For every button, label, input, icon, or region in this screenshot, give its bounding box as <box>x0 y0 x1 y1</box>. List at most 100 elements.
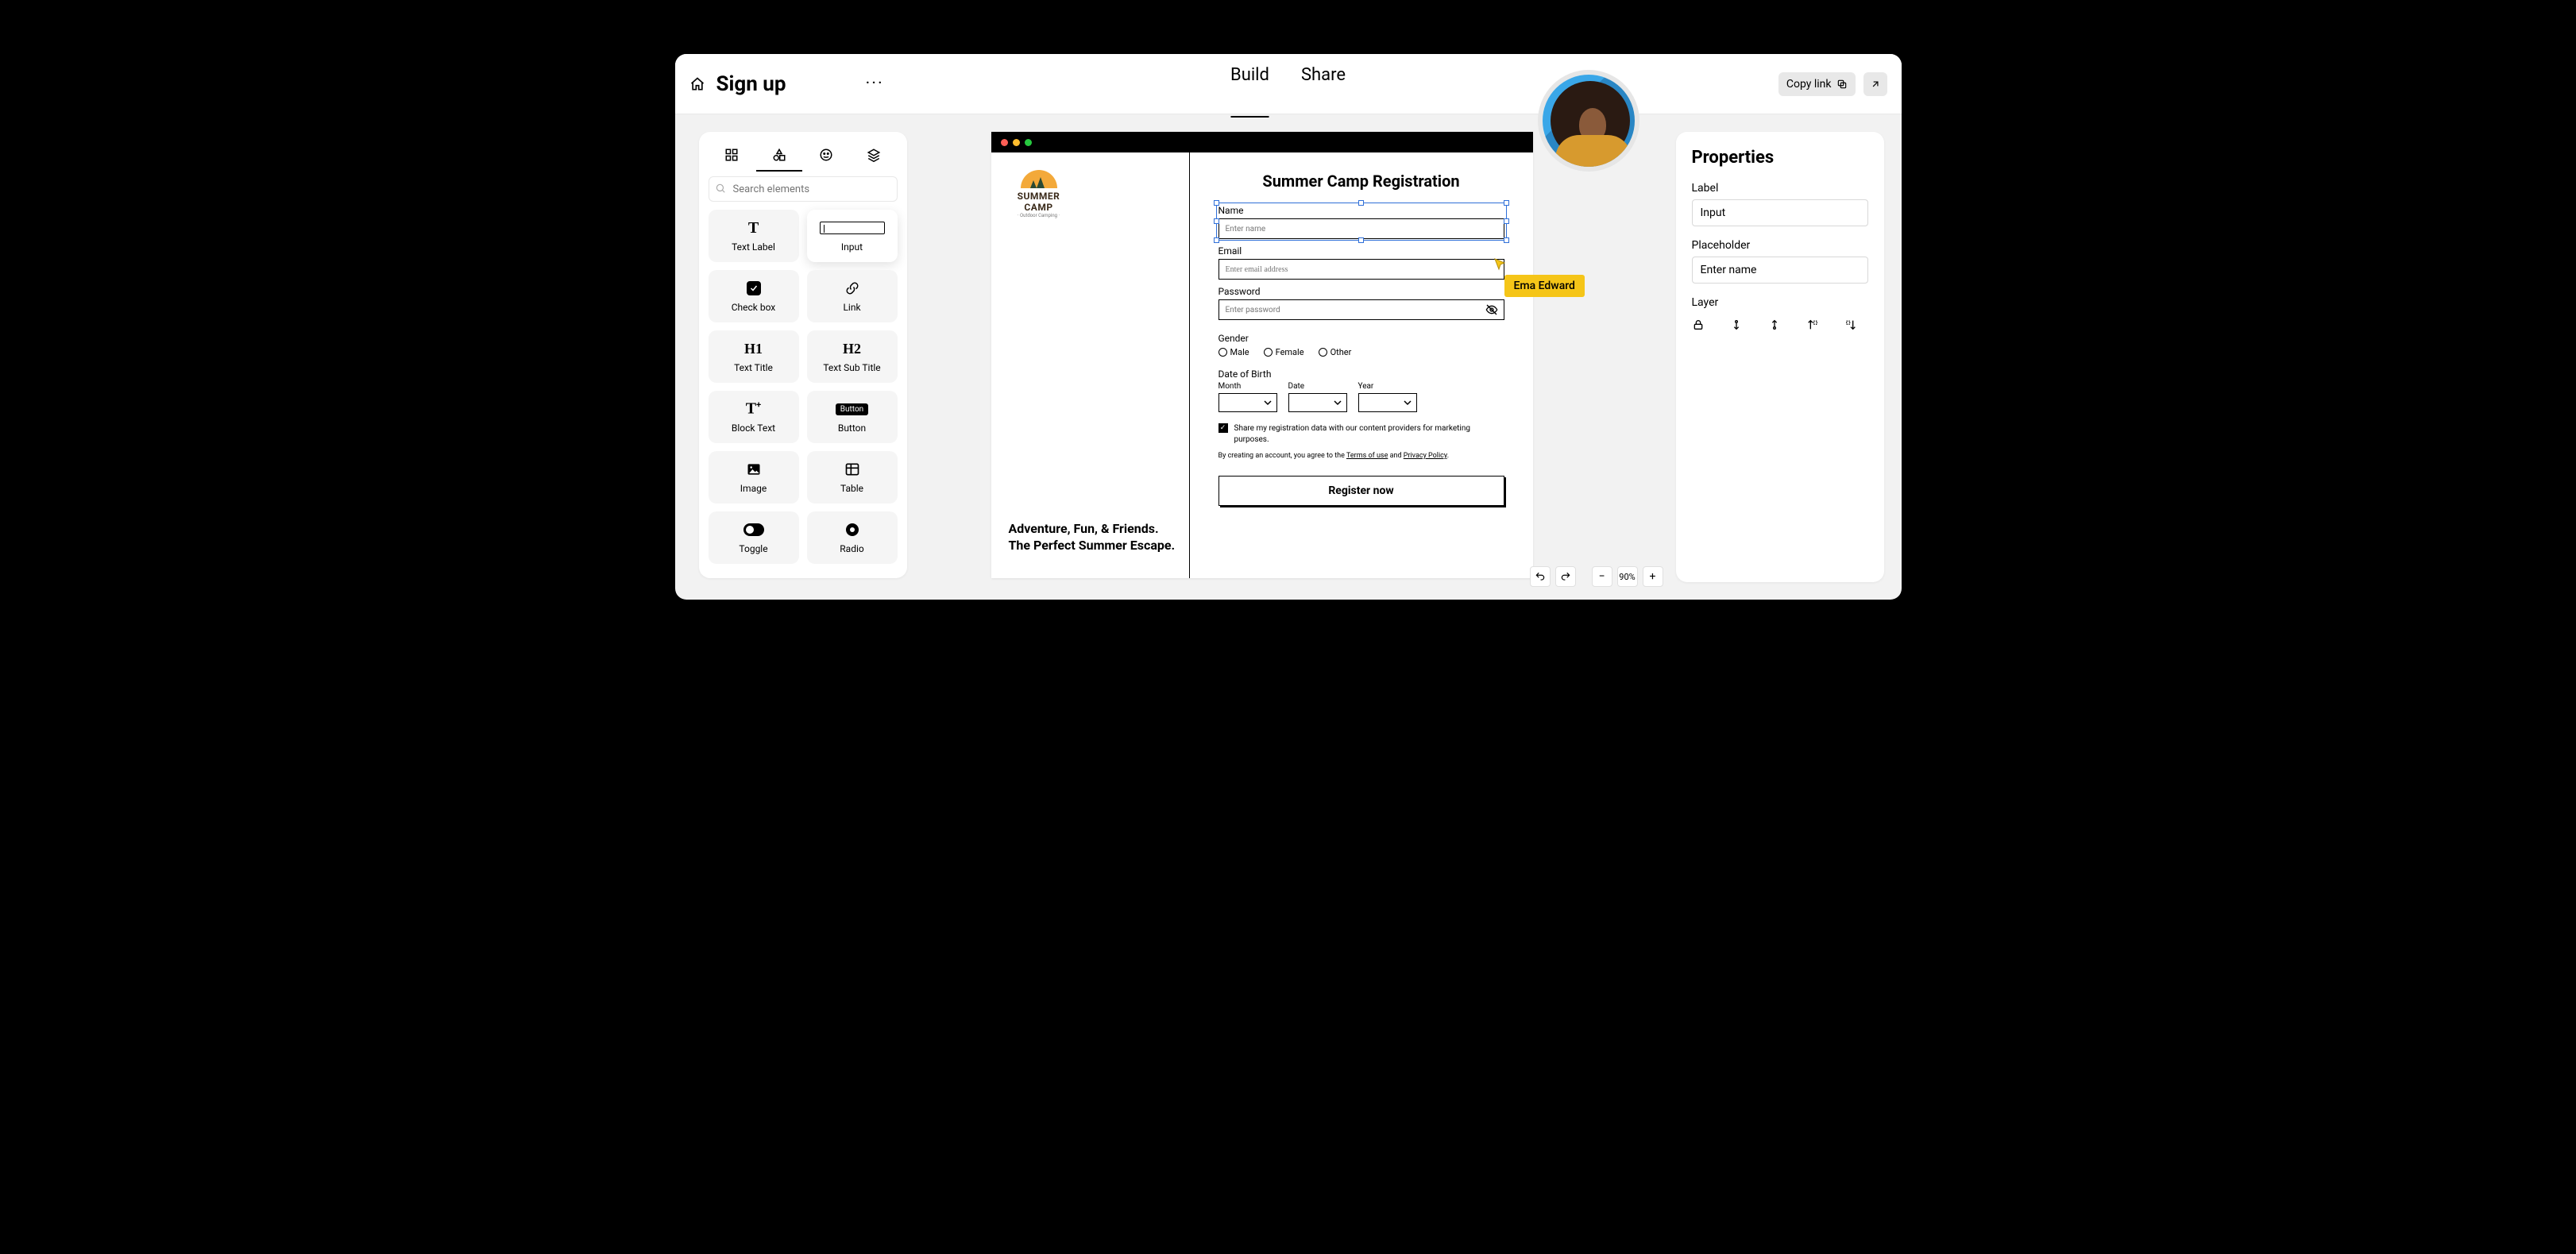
tile-radio[interactable]: Radio <box>807 511 898 564</box>
tile-input[interactable]: Input <box>807 210 898 262</box>
zoom-out-button[interactable]: − <box>1592 566 1612 587</box>
prop-placeholder-label: Placeholder <box>1692 239 1868 252</box>
block-text-icon: T+ <box>746 399 761 419</box>
zoom-level[interactable]: 90% <box>1617 566 1638 587</box>
tile-text-label[interactable]: T Text Label <box>709 210 799 262</box>
logo: SUMMER CAMP · Outdoor Camping · <box>1007 170 1071 218</box>
prop-label-input[interactable] <box>1692 199 1868 226</box>
layer-send-back-icon[interactable] <box>1768 318 1782 333</box>
radio-female[interactable]: Female <box>1264 347 1304 357</box>
search-elements <box>709 176 898 202</box>
prop-label-label: Label <box>1692 182 1868 195</box>
input-email[interactable] <box>1218 259 1504 280</box>
sun-icon <box>1021 170 1057 188</box>
panel-tab-components-icon[interactable] <box>723 146 740 164</box>
tab-build[interactable]: Build <box>1230 65 1269 102</box>
layer-backward-icon[interactable] <box>1844 318 1859 333</box>
eye-off-icon[interactable] <box>1485 303 1498 316</box>
tile-toggle[interactable]: Toggle <box>709 511 799 564</box>
collaborator-cursor: Ema Edward <box>1493 257 1585 297</box>
tile-image[interactable]: Image <box>709 451 799 504</box>
logo-subtext: · Outdoor Camping · <box>1007 213 1071 218</box>
chevron-down-icon <box>1334 399 1342 407</box>
chevron-down-icon <box>1404 399 1412 407</box>
label-email: Email <box>1218 245 1504 257</box>
canvas-frame[interactable]: SUMMER CAMP · Outdoor Camping · Adventur… <box>991 132 1533 578</box>
mode-tabs: Build Share <box>1230 65 1346 102</box>
panel-tab-shapes-icon[interactable] <box>770 146 788 164</box>
button-icon: Button <box>836 403 868 415</box>
register-button[interactable]: Register now <box>1218 476 1504 506</box>
tab-share[interactable]: Share <box>1301 65 1346 102</box>
label-gender: Gender <box>1218 333 1504 344</box>
app-shell: Sign up ··· Build Share Copy link <box>675 54 1902 600</box>
consent-checkbox[interactable]: ✓ <box>1218 423 1228 433</box>
consent-row[interactable]: ✓ Share my registration data with our co… <box>1218 423 1504 445</box>
tagline: Adventure, Fun, & Friends. The Perfect S… <box>1009 520 1176 554</box>
h1-icon: H1 <box>744 341 763 357</box>
label-name: Name <box>1218 205 1504 216</box>
layer-forward-icon[interactable] <box>1806 318 1821 333</box>
image-icon <box>746 461 762 478</box>
radio-male[interactable]: Male <box>1218 347 1249 357</box>
copy-link-label: Copy link <box>1786 78 1832 91</box>
layer-lock-icon[interactable] <box>1692 318 1706 333</box>
copy-icon <box>1836 79 1848 90</box>
prop-placeholder-input[interactable] <box>1692 257 1868 284</box>
chevron-down-icon <box>1264 399 1272 407</box>
tile-heading-2[interactable]: H2 Text Sub Title <box>807 330 898 383</box>
tile-checkbox[interactable]: Check box <box>709 270 799 322</box>
link-icon <box>845 280 859 297</box>
select-year[interactable] <box>1358 393 1417 412</box>
input-name[interactable] <box>1218 218 1504 239</box>
select-date[interactable] <box>1288 393 1347 412</box>
label-year: Year <box>1358 382 1417 391</box>
canvas-sidebar: SUMMER CAMP · Outdoor Camping · Adventur… <box>991 152 1190 578</box>
prop-layer-label: Layer <box>1692 296 1868 309</box>
panel-tab-layers-icon[interactable] <box>865 146 882 164</box>
label-date: Date <box>1288 382 1347 391</box>
select-month[interactable] <box>1218 393 1277 412</box>
label-password: Password <box>1218 286 1504 297</box>
checkbox-icon <box>747 281 761 295</box>
consent-text: Share my registration data with our cont… <box>1234 423 1504 445</box>
tile-link[interactable]: Link <box>807 270 898 322</box>
label-month: Month <box>1218 382 1277 391</box>
tile-table[interactable]: Table <box>807 451 898 504</box>
cursor-icon <box>1493 257 1508 272</box>
tile-block-text[interactable]: T+ Block Text <box>709 391 799 443</box>
main: T Text Label Input Check box Link <box>675 114 1902 600</box>
more-icon[interactable]: ··· <box>865 74 883 94</box>
radio-other[interactable]: Other <box>1319 347 1352 357</box>
canvas-toolbar: − 90% + <box>1530 566 1663 587</box>
undo-button[interactable] <box>1530 566 1551 587</box>
open-external-button[interactable] <box>1863 72 1887 96</box>
collaborator-label: Ema Edward <box>1504 275 1585 297</box>
tile-button[interactable]: Button Button <box>807 391 898 443</box>
copy-link-button[interactable]: Copy link <box>1778 72 1856 96</box>
gender-group: Male Female Other <box>1218 347 1504 357</box>
frame-window-controls <box>991 132 1533 152</box>
h2-icon: H2 <box>843 341 861 357</box>
radio-icon <box>845 521 859 538</box>
panel-tab-emoji-icon[interactable] <box>817 146 835 164</box>
link-terms[interactable]: Terms of use <box>1346 452 1388 460</box>
table-icon <box>844 461 860 478</box>
elements-panel: T Text Label Input Check box Link <box>699 132 907 578</box>
link-privacy[interactable]: Privacy Policy <box>1404 452 1447 460</box>
layer-bring-front-icon[interactable] <box>1730 318 1744 333</box>
top-bar: Sign up ··· Build Share Copy link <box>675 54 1902 114</box>
zoom-in-button[interactable]: + <box>1643 566 1663 587</box>
home-icon[interactable] <box>689 76 705 92</box>
input-password[interactable] <box>1218 299 1504 320</box>
properties-panel: Properties Label Placeholder Layer <box>1676 132 1884 582</box>
label-dob: Date of Birth <box>1218 368 1504 380</box>
tile-heading-1[interactable]: H1 Text Title <box>709 330 799 383</box>
traffic-min-icon <box>1013 139 1020 146</box>
properties-heading: Properties <box>1692 148 1868 168</box>
avatar[interactable] <box>1538 70 1639 172</box>
search-input[interactable] <box>709 176 898 202</box>
redo-button[interactable] <box>1555 566 1576 587</box>
form-title: Summer Camp Registration <box>1218 172 1504 191</box>
legal-text: By creating an account, you agree to the… <box>1218 451 1504 461</box>
